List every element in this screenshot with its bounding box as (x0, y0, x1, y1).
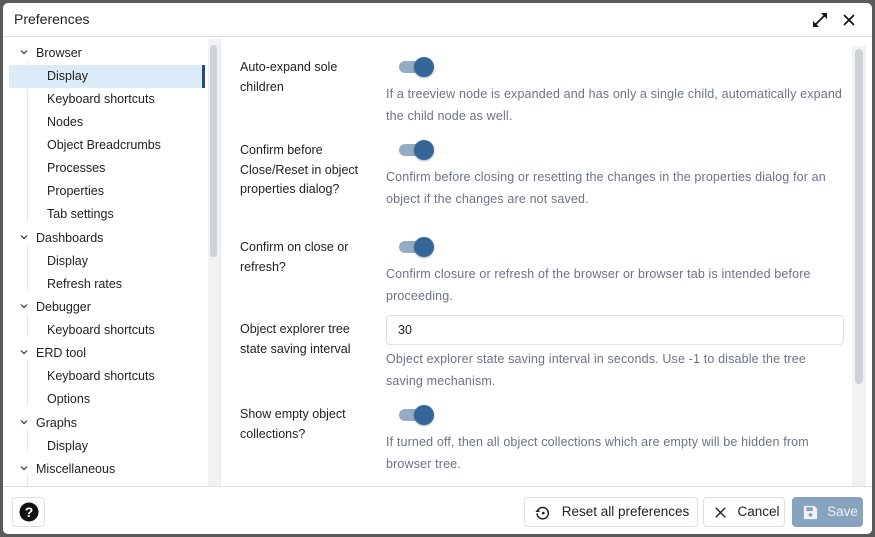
floppy-disk-icon (803, 505, 818, 520)
tree-group-label: Graphs (36, 416, 77, 430)
tree-group-erd-tool[interactable]: ERD tool (9, 342, 205, 365)
auto-expand-toggle[interactable] (399, 55, 435, 77)
reset-all-preferences-button[interactable]: Reset all preferences (524, 497, 698, 527)
tree-group-label: ERD tool (36, 346, 87, 360)
tree-item-browser-processes[interactable]: Processes (9, 157, 205, 180)
tree-item-label: Display (47, 254, 88, 268)
chevron-down-icon (20, 350, 28, 355)
tree-group-dashboards[interactable]: Dashboards (9, 227, 205, 250)
tree-item-erd-keyboard-shortcuts[interactable]: Keyboard shortcuts (9, 365, 205, 388)
chevron-down-icon (20, 304, 28, 309)
tree-item-browser-nodes[interactable]: Nodes (9, 111, 205, 134)
tree-item-browser-properties[interactable]: Properties (9, 180, 205, 203)
setting-help-show-empty-collections: If turned off, then all object collectio… (386, 435, 809, 471)
tree-item-dashboards-refresh-rates[interactable]: Refresh rates (9, 273, 205, 296)
confirm-close-reset-toggle[interactable] (399, 138, 435, 160)
tree-item-graphs-display[interactable]: Display (9, 435, 205, 458)
expand-arrows-icon[interactable] (811, 11, 829, 29)
tree-item-debugger-keyboard-shortcuts[interactable]: Keyboard shortcuts (9, 319, 205, 342)
switch-knob (414, 405, 434, 425)
reset-button-label: Reset all preferences (561, 504, 690, 519)
tree-group-debugger[interactable]: Debugger (9, 296, 205, 319)
tree-group-browser[interactable]: Browser (9, 42, 205, 65)
chevron-down-icon (20, 420, 28, 425)
help-button[interactable]: ? (12, 497, 45, 527)
chevron-down-icon (20, 466, 28, 471)
preferences-tree: Browser Display Keyboard shortcuts Nodes… (9, 38, 219, 486)
preferences-dialog: Preferences Browser Display Keyboard sho… (3, 3, 872, 534)
setting-help-confirm-close-reset: Confirm before closing or resetting the … (386, 170, 826, 206)
tree-group-label: Debugger (36, 300, 91, 314)
tree-group-miscellaneous[interactable]: Miscellaneous (9, 458, 205, 481)
dialog-footer: ? Reset all preferences Cancel Save (3, 486, 872, 534)
tree-item-label: Tab settings (47, 207, 114, 221)
setting-label-auto-expand: Auto-expand sole children (240, 60, 338, 94)
tree-group-label: Browser (36, 46, 82, 60)
tree-scrollbar-thumb[interactable] (210, 45, 217, 257)
chevron-down-icon (20, 50, 28, 55)
svg-text:?: ? (25, 504, 34, 520)
tree-state-interval-input[interactable]: 30 (386, 315, 844, 345)
tree-item-label: Display (47, 69, 88, 83)
save-button-label: Save (827, 504, 858, 519)
settings-panel: Auto-expand sole children If a treeview … (221, 38, 851, 486)
cancel-button-label: Cancel (737, 504, 780, 519)
tree-item-label: Keyboard shortcuts (47, 92, 155, 106)
tree-group-graphs[interactable]: Graphs (9, 412, 205, 435)
setting-label-show-empty-collections: Show empty object collections? (240, 407, 346, 441)
tree-item-label: Refresh rates (47, 277, 123, 291)
dialog-titlebar: Preferences (3, 3, 872, 37)
setting-help-auto-expand: If a treeview node is expanded and has o… (386, 87, 843, 123)
setting-label-confirm-close-refresh: Confirm on close or refresh? (240, 240, 349, 274)
tree-item-label: Display (47, 439, 88, 453)
setting-help-confirm-close-refresh: Confirm closure or refresh of the browse… (386, 267, 811, 303)
setting-label-confirm-close-reset: Confirm before Close/Reset in object pro… (240, 143, 359, 196)
setting-help-tree-state-interval: Object explorer state saving interval in… (386, 352, 806, 388)
switch-knob (414, 237, 434, 257)
save-button[interactable]: Save (792, 497, 863, 527)
tree-item-erd-options[interactable]: Options (9, 388, 205, 411)
switch-knob (414, 57, 434, 77)
settings-scrollbar-thumb[interactable] (855, 49, 863, 384)
reset-history-icon (535, 506, 550, 520)
confirm-close-refresh-toggle[interactable] (399, 235, 435, 257)
dialog-title: Preferences (14, 11, 90, 27)
help-circle-icon: ? (19, 502, 39, 522)
tree-item-label: Processes (47, 161, 106, 175)
tree-item-label: Object Breadcrumbs (47, 138, 161, 152)
show-empty-collections-toggle[interactable] (399, 403, 435, 425)
tree-item-label: Nodes (47, 115, 84, 129)
tree-item-label: Keyboard shortcuts (47, 323, 155, 337)
switch-knob (414, 140, 434, 160)
tree-item-browser-tab-settings[interactable]: Tab settings (9, 203, 205, 226)
tree-item-label: Options (47, 392, 91, 406)
tree-item-browser-display[interactable]: Display (9, 65, 205, 88)
tree-group-label: Miscellaneous (36, 462, 116, 476)
tree-item-dashboards-display[interactable]: Display (9, 250, 205, 273)
tree-item-label: Keyboard shortcuts (47, 369, 155, 383)
close-icon (715, 507, 726, 518)
close-icon[interactable] (840, 11, 858, 29)
tree-item-label: Properties (47, 184, 104, 198)
setting-label-tree-state-interval: Object explorer tree state saving interv… (240, 322, 351, 356)
tree-item-browser-keyboard-shortcuts[interactable]: Keyboard shortcuts (9, 88, 205, 111)
tree-item-browser-object-breadcrumbs[interactable]: Object Breadcrumbs (9, 134, 205, 157)
tree-group-label: Dashboards (36, 231, 104, 245)
chevron-down-icon (20, 235, 28, 240)
cancel-button[interactable]: Cancel (703, 497, 785, 527)
